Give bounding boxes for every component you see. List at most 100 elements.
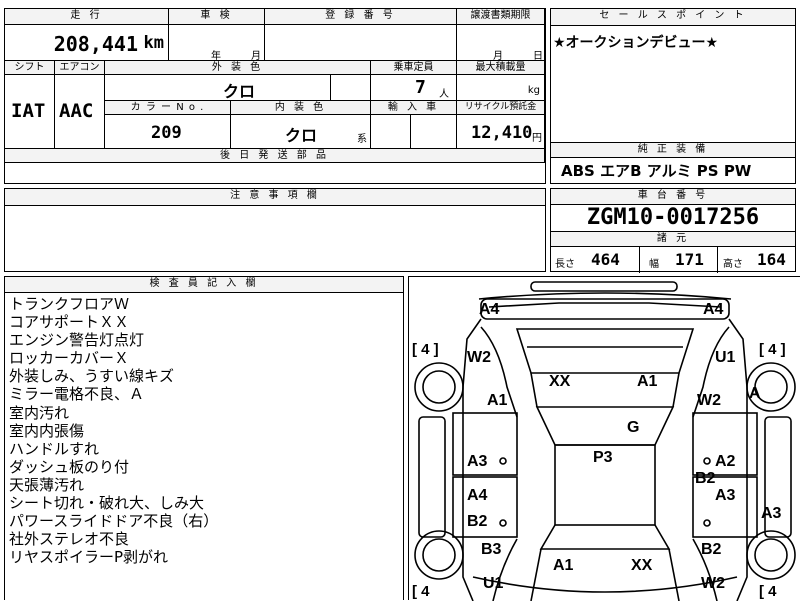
mark-g-windshield: G <box>627 419 640 436</box>
mileage-value: 208,441 <box>53 32 138 56</box>
inspector-note: ハンドルすれ <box>9 439 100 458</box>
inspector-note: トランクフロアＷ <box>9 295 130 313</box>
ext-color-cell: クロ <box>105 75 331 101</box>
inspection-cell: 年 月 <box>169 25 265 61</box>
int-color-cell: クロ 系 <box>231 115 371 149</box>
ext-color-header: 外 装 色 <box>105 61 371 75</box>
inspector-note: コアサポートＸＸ <box>9 313 130 332</box>
mark-a-right-wheel: A <box>749 385 761 402</box>
mark-w2-right-fender: W2 <box>697 392 721 409</box>
inspector-note: ミラー電格不良、Ａ <box>9 385 145 404</box>
recycle-cell: 12,410 円 <box>457 115 545 149</box>
tire-label-rear-left: [ 4 <box>412 583 430 600</box>
import-cell-b <box>411 115 457 149</box>
capacity-value: 7 <box>415 77 426 98</box>
aircon-value: AAC <box>59 100 94 122</box>
car-diagram <box>414 281 796 601</box>
inspector-note: 社外ステレオ不良 <box>9 530 130 549</box>
tire-label-front-right: [ 4 ] <box>759 341 786 358</box>
mark-b3-left: B3 <box>481 541 502 558</box>
mark-u1-left-rear: U1 <box>483 575 504 592</box>
inspector-note: 室内汚れ <box>9 403 70 422</box>
inspection-month: 月 <box>251 51 261 61</box>
mileage-header: 走 行 <box>5 9 169 25</box>
chassis-box: 車 台 番 号 ZGM10-0017256 諸 元 長さ 464 幅 171 高… <box>550 188 796 273</box>
inspector-note: リヤスポイラーP剥がれ <box>9 548 169 567</box>
length-value: 464 <box>591 250 620 269</box>
inspector-note: 外装しみ、うすい線キズ <box>9 367 175 386</box>
registration-cell <box>265 25 457 61</box>
height-label: 高さ <box>723 259 743 270</box>
transfer-cell: 月 日 <box>457 25 545 61</box>
maxload-unit: kg <box>527 85 540 96</box>
tire-label-rear-right: [ 4 <box>759 583 777 600</box>
color-no-value: 209 <box>151 123 182 143</box>
later-parts-header: 後 日 発 送 部 品 <box>5 149 545 163</box>
inspector-note: パワースライドドア不良（右） <box>9 512 219 531</box>
mark-a2-right: A2 <box>715 453 736 470</box>
inspector-box: 検 査 員 記 入 欄 トランクフロアＷ コアサポートＸＸ エンジン警告灯点灯 ロッカ… <box>4 276 404 600</box>
vehicle-info-sheet: 走 行 車 検 登 録 番 号 譲渡書類期限 208,441 km 年 月 月 … <box>4 8 546 184</box>
equipment-items: ABS エアB アルミ PS PW <box>561 162 752 180</box>
later-parts-cell <box>5 163 545 183</box>
mark-a1-rear: A1 <box>553 557 574 574</box>
mileage-unit: km <box>143 33 164 53</box>
specs-row: 長さ 464 幅 171 高さ 164 <box>551 247 795 273</box>
length-label: 長さ <box>555 259 575 270</box>
inspector-note: 天張薄汚れ <box>9 475 85 494</box>
capacity-unit: 人 <box>439 89 449 100</box>
mark-a4-left2: A4 <box>467 487 488 504</box>
tire-label-front-left: [ 4 ] <box>412 341 439 358</box>
inspection-year: 年 <box>211 51 221 61</box>
aircon-header: エアコン <box>55 61 105 75</box>
mark-a3-left: A3 <box>467 453 488 470</box>
mark-a4-right: A4 <box>703 301 724 318</box>
inspection-header: 車 検 <box>169 9 265 25</box>
transfer-deadline-header: 譲渡書類期限 <box>457 9 545 25</box>
transfer-month: 月 <box>493 51 503 61</box>
capacity-cell: 7 人 <box>371 75 457 101</box>
recycle-header: リサイクル預託金 <box>457 101 545 115</box>
inspector-note: エンジン警告灯点灯 <box>9 331 145 350</box>
mark-b2-right-rear: B2 <box>701 541 722 558</box>
car-diagram-box: [ 4 ] [ 4 ] [ 4 [ 4 A4 A4 W2 U1 XX A1 A1… <box>408 276 800 601</box>
inspector-header: 検 査 員 記 入 欄 <box>5 277 403 293</box>
maxload-cell: kg <box>457 75 545 101</box>
mark-w2-left: W2 <box>467 349 491 366</box>
color-no-cell: 209 <box>105 115 231 149</box>
inspector-note: 室内内張傷 <box>9 421 85 440</box>
int-color-suffix: 系 <box>357 134 367 145</box>
maxload-header: 最大積載量 <box>457 61 545 75</box>
mark-a4-left: A4 <box>479 301 500 318</box>
caution-box: 注 意 事 項 欄 <box>4 188 546 272</box>
capacity-header: 乗車定員 <box>371 61 457 75</box>
ext-color-extra-cell <box>331 75 371 101</box>
mark-a1-left-fender: A1 <box>487 392 508 409</box>
mark-xx-rear: XX <box>631 557 653 574</box>
mileage-cell: 208,441 km <box>5 25 169 61</box>
equipment-box: 純 正 装 備 ABS エアB アルミ PS PW <box>550 142 796 184</box>
mark-a1-front: A1 <box>637 373 658 390</box>
mark-b2-left: B2 <box>467 513 488 530</box>
aircon-cell: AAC <box>55 75 105 149</box>
shift-header: シフト <box>5 61 55 75</box>
mark-p3-roof: P3 <box>593 449 613 466</box>
caution-header: 注 意 事 項 欄 <box>5 189 545 206</box>
ext-color-value: クロ <box>223 82 256 101</box>
height-value: 164 <box>757 250 786 269</box>
mark-a3-right: A3 <box>715 487 736 504</box>
import-header: 輸 入 車 <box>371 101 457 115</box>
registration-header: 登 録 番 号 <box>265 9 457 25</box>
recycle-value: 12,410 <box>471 123 533 143</box>
inspector-notes-list: トランクフロアＷ コアサポートＸＸ エンジン警告灯点灯 ロッカーカバーＸ 外装しみ、うす… <box>5 293 403 566</box>
inspector-note: ダッシュ板のり付 <box>9 457 130 476</box>
specs-header: 諸 元 <box>551 232 795 247</box>
sales-point-box: セ ー ル ス ポ イ ン ト ★オークションデビュー★ <box>550 8 796 144</box>
equipment-header: 純 正 装 備 <box>551 143 795 158</box>
recycle-unit: 円 <box>532 133 542 144</box>
width-label: 幅 <box>649 259 659 270</box>
chassis-header: 車 台 番 号 <box>551 189 795 205</box>
shift-value: IAT <box>11 100 46 122</box>
mark-u1-right: U1 <box>715 349 736 366</box>
mark-b2-right: B2 <box>695 470 716 487</box>
